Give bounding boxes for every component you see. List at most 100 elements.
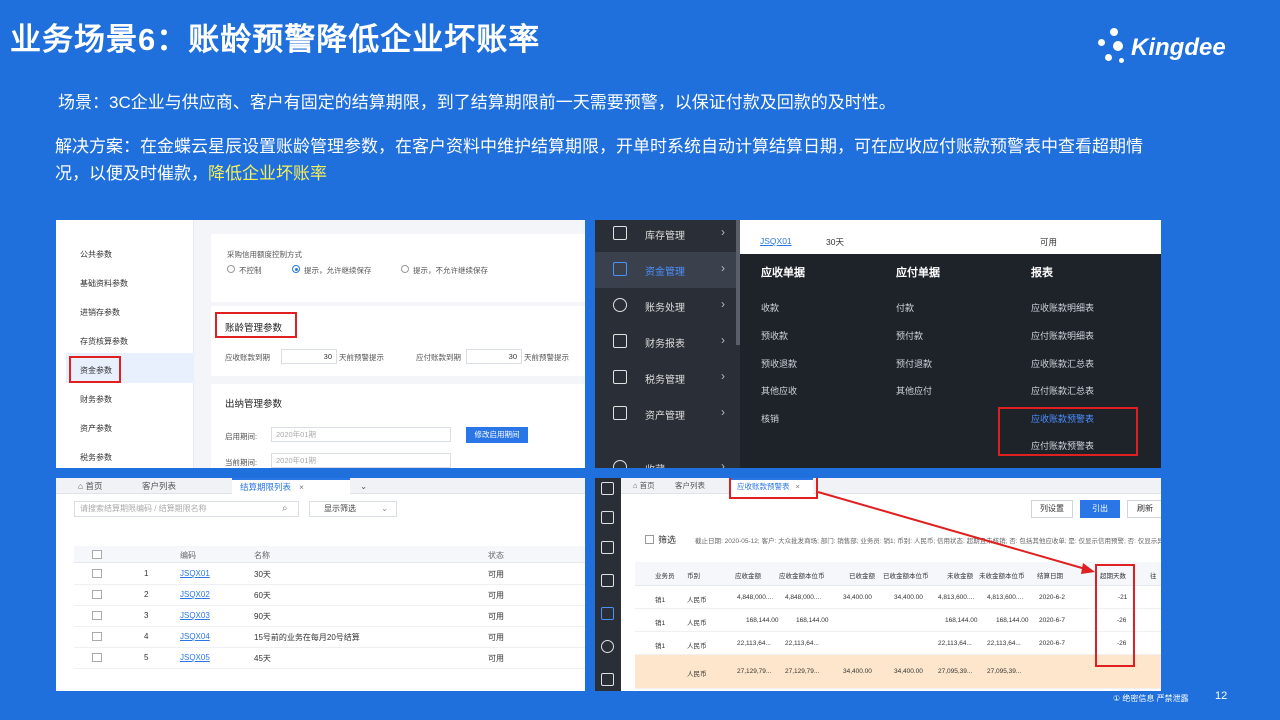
tab-home[interactable]: ⌂ 首页 [70, 478, 111, 494]
col-code: 编码 [180, 551, 196, 560]
sidebar-item-assets[interactable]: 资产参数 [80, 423, 112, 434]
payable-days-input[interactable]: 30 [466, 349, 522, 364]
table-row[interactable]: 3 JSQX03 90天 可用 [74, 606, 585, 627]
row-checkbox[interactable] [92, 590, 102, 599]
nav-item-reports[interactable]: 财务报表 › [595, 324, 740, 360]
chevron-right-icon: › [721, 297, 725, 311]
credit-card: 采购信用额度控制方式 不控制 提示，允许继续保存 提示，不允许继续保存 [211, 234, 585, 302]
sidebar-item-tax[interactable]: 税务参数 [80, 452, 112, 463]
row-code-link[interactable]: JSQX01 [180, 569, 210, 578]
menu-item-writeoff[interactable]: 核销 [761, 412, 779, 425]
kingdee-dots-icon [1098, 28, 1130, 72]
tab-customer-list[interactable]: 客户列表 [134, 478, 184, 494]
solution-text: 解决方案：在金蝶云星辰设置账龄管理参数，在客户资料中维护结算期限，开单时系统自动… [55, 133, 1175, 187]
chevron-right-icon: › [721, 333, 725, 347]
menu-item-ar-detail[interactable]: 应收账款明细表 [1031, 301, 1094, 314]
nav-item-accounting[interactable]: 账务处理 › [595, 288, 740, 324]
nav-label: 收藏 [645, 461, 665, 468]
credit-label: 采购信用额度控制方式 [227, 250, 302, 259]
menu-item-receipt[interactable]: 收款 [761, 301, 779, 314]
menu-item-payment[interactable]: 付款 [896, 301, 914, 314]
start-period-input[interactable]: 2020年01期 [271, 427, 451, 442]
current-period-input[interactable]: 2020年01期 [271, 453, 451, 468]
menu-item-prepayment[interactable]: 预付款 [896, 329, 923, 342]
funds-highlight-box [69, 356, 121, 383]
row-status: 可用 [488, 654, 504, 663]
ar-warning-panel: ⌂ 首页 客户列表 应收账款预警表 × 列设置 引出 刷新 筛选 截止日期: 20… [595, 478, 1161, 691]
sidebar-item-finance[interactable]: 财务参数 [80, 394, 112, 405]
payable-suffix: 天前预警提示 [524, 353, 569, 362]
yen-icon [613, 298, 627, 312]
sidebar-item-costing[interactable]: 存货核算参数 [80, 336, 128, 347]
chevron-down-icon: ⌄ [381, 504, 388, 513]
page-number: 12 [1215, 690, 1228, 702]
row-name: 30天 [254, 570, 271, 579]
report-icon [613, 334, 627, 348]
nav-item-favorites[interactable]: 收藏 › [595, 450, 740, 468]
funds-submenu: JSQX01 30天 可用 应收单据 应付单据 报表 收款 预收款 预收退款 其… [740, 220, 1161, 468]
menu-item-other-payable[interactable]: 其他应付 [896, 384, 932, 397]
table-row[interactable]: 4 JSQX04 15号前的业务在每月20号结算 可用 [74, 627, 585, 648]
scenario-text: 场景：3C企业与供应商、客户有固定的结算期限，到了结算期限前一天需要预警，以保证… [58, 93, 896, 112]
payable-label: 应付账款到期 [416, 353, 461, 362]
cashier-title: 出纳管理参数 [225, 399, 283, 410]
row-code-link[interactable]: JSQX04 [180, 632, 210, 641]
row-code-link[interactable]: JSQX05 [180, 653, 210, 662]
chevron-right-icon: › [721, 261, 725, 275]
nav-item-tax[interactable]: 税务管理 › [595, 360, 740, 396]
row-name: 90天 [254, 612, 271, 621]
row-index: 2 [144, 590, 149, 599]
settlement-search-input[interactable]: 请搜索结算期限编码 / 结算期限名称 [74, 501, 299, 517]
funds-icon [613, 262, 627, 276]
receivable-label: 应收账款到期 [225, 353, 270, 362]
nav-item-funds[interactable]: 资金管理 › [595, 252, 740, 288]
cashier-card: 出纳管理参数 启用期间: 2020年01期 修改启用期间 当前期间: 2020年… [211, 384, 585, 468]
row-checkbox[interactable] [92, 611, 102, 620]
close-icon[interactable]: × [299, 482, 304, 492]
receivable-days-input[interactable]: 30 [281, 349, 337, 364]
aging-card: 账龄管理参数 应收账款到期 30 天前预警提示 应付账款到期 30 天前预警提示 [211, 306, 585, 376]
menu-panel: 库存管理 › 资金管理 › 账务处理 › 财务报表 › 税务管理 › 资产管理 … [595, 220, 1161, 468]
sidebar-item-basic[interactable]: 基础资料参数 [80, 278, 128, 289]
row-index: 5 [144, 653, 149, 662]
row-code-link[interactable]: JSQX03 [180, 611, 210, 620]
select-all-checkbox[interactable] [92, 550, 102, 559]
row-checkbox[interactable] [92, 653, 102, 662]
sidebar-item-inventory[interactable]: 进销存参数 [80, 307, 120, 318]
current-period-label: 当前期间: [225, 458, 258, 467]
table-row[interactable]: 1 JSQX01 30天 可用 [74, 564, 585, 585]
menu-item-advance-receipt[interactable]: 预收款 [761, 329, 788, 342]
nav-label: 账务处理 [645, 303, 685, 314]
parameter-main: 采购信用额度控制方式 不控制 提示，允许继续保存 提示，不允许继续保存 账龄管理… [194, 220, 585, 468]
tax-icon [613, 370, 627, 384]
menu-item-prepay-refund[interactable]: 预付退款 [896, 357, 932, 370]
parameter-settings-panel: 公共参数 基础资料参数 进销存参数 存货核算参数 资金参数 财务参数 资产参数 … [56, 220, 585, 468]
search-icon[interactable]: ⌕ [282, 503, 288, 514]
modify-period-button[interactable]: 修改启用期间 [466, 427, 528, 443]
tab-label: 结算期限列表 [240, 482, 292, 492]
radio-no-control[interactable] [227, 265, 235, 273]
row-checkbox[interactable] [92, 632, 102, 641]
menu-item-other-receivable[interactable]: 其他应收 [761, 384, 797, 397]
chevron-down-icon[interactable]: ⌄ [352, 478, 375, 494]
filter-label: 显示筛选 [324, 504, 356, 513]
radio-deny-save[interactable] [401, 265, 409, 273]
tab-settlement-list[interactable]: 结算期限列表 × [232, 478, 350, 494]
start-period-label: 启用期间: [225, 432, 258, 441]
menu-item-advance-refund[interactable]: 预收退款 [761, 357, 797, 370]
table-row[interactable]: 5 JSQX05 45天 可用 [74, 648, 585, 669]
nav-item-assets[interactable]: 资产管理 › [595, 396, 740, 432]
row-checkbox[interactable] [92, 569, 102, 578]
sidebar-item-public[interactable]: 公共参数 [80, 249, 112, 260]
settlement-period-panel: ⌂ 首页 客户列表 结算期限列表 × ⌄ 请搜索结算期限编码 / 结算期限名称 ⌕… [56, 478, 585, 691]
row-code-link[interactable]: JSQX02 [180, 590, 210, 599]
radio-label-1: 不控制 [239, 266, 262, 275]
radio-allow-save[interactable] [292, 265, 300, 273]
chevron-right-icon: › [721, 459, 725, 468]
display-filter-dropdown[interactable]: 显示筛选 ⌄ [309, 501, 397, 517]
menu-item-ap-summary[interactable]: 应付账款汇总表 [1031, 384, 1094, 397]
menu-item-ar-summary[interactable]: 应收账款汇总表 [1031, 357, 1094, 370]
nav-item-inventory[interactable]: 库存管理 › [595, 220, 740, 252]
menu-item-ap-detail[interactable]: 应付账款明细表 [1031, 329, 1094, 342]
table-row[interactable]: 2 JSQX02 60天 可用 [74, 585, 585, 606]
